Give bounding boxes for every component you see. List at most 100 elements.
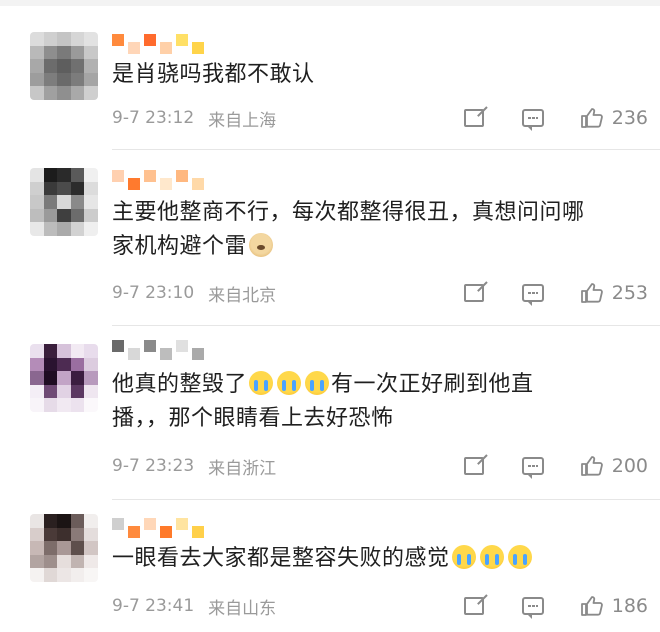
thumbs-up-icon[interactable] — [580, 455, 604, 477]
avatar-pixel — [43, 527, 58, 542]
username-pixel — [176, 170, 188, 182]
username-pixel — [112, 34, 124, 46]
avatar-pixel — [30, 514, 44, 528]
avatar[interactable] — [30, 168, 98, 236]
username-pixel — [192, 526, 204, 538]
crying-emoji-icon — [249, 371, 274, 395]
avatar[interactable] — [30, 32, 98, 100]
username-pixel — [112, 170, 124, 182]
share-icon[interactable] — [463, 597, 484, 615]
avatar-pixel — [30, 527, 44, 542]
avatar-pixel — [84, 344, 98, 358]
thumbs-up-icon[interactable] — [580, 282, 604, 304]
avatar-pixel — [43, 371, 58, 385]
comment-text: 主要他整商不行，每次都整得很丑，真想问问哪 家机构避个雷 — [112, 196, 632, 264]
comment-meta: 9-7 23:23 来自浙江 200 — [112, 454, 648, 479]
username-pixel — [128, 42, 140, 54]
username-pixel — [160, 348, 172, 360]
avatar-pixel — [43, 514, 58, 528]
avatar-pixel — [43, 357, 58, 372]
avatar-pixel — [30, 384, 44, 399]
comment-item: 是肖骁吗我都不敢认 9-7 23:12 来自上海 236 — [0, 6, 660, 150]
username-pixelated[interactable] — [112, 170, 204, 192]
avatar-pixel — [57, 541, 71, 555]
avatar-pixel — [57, 181, 71, 196]
comment-icon[interactable] — [521, 597, 544, 619]
avatar[interactable] — [30, 344, 98, 412]
avatar-pixel — [30, 45, 44, 60]
username-pixel — [192, 348, 204, 360]
avatar-pixel — [70, 181, 85, 196]
avatar-pixel — [43, 568, 58, 582]
comment-text-line: 他真的整毁了 有一次正好刷到他直 — [112, 368, 632, 402]
comment-item: 主要他整商不行，每次都整得很丑，真想问问哪 家机构避个雷 9-7 23:10 来… — [0, 150, 660, 326]
comment-item: 他真的整毁了 有一次正好刷到他直 播，，那个眼睛看上去好恐怖 9-7 23:23 … — [0, 326, 660, 500]
comment-text: 一眼看去大家都是整容失败的感觉 — [112, 542, 632, 576]
avatar-pixel — [70, 32, 85, 46]
avatar-pixel — [84, 195, 98, 209]
crying-emoji-icon — [451, 545, 476, 569]
crying-emoji-icon — [507, 545, 532, 569]
avatar-pixel — [43, 181, 58, 196]
thumbs-up-icon[interactable] — [580, 595, 604, 617]
avatar-pixel — [57, 357, 71, 372]
comment-text-line-content: 家机构避个雷 — [112, 234, 248, 259]
avatar-pixel — [57, 554, 71, 569]
comment-time: 9-7 23:12 — [112, 108, 195, 128]
avatar-pixel — [57, 72, 71, 87]
username-pixel — [160, 178, 172, 190]
comment-icon[interactable] — [521, 109, 544, 131]
share-icon[interactable] — [463, 109, 484, 127]
username-pixel — [144, 340, 156, 352]
avatar-pixel — [43, 195, 58, 209]
comment-icon[interactable] — [521, 284, 544, 306]
username-pixel — [144, 518, 156, 530]
comment-icon[interactable] — [521, 457, 544, 479]
username-pixelated[interactable] — [112, 34, 204, 56]
avatar-pixel — [30, 222, 44, 236]
comment-text-after: 有一次正好刷到他直 — [331, 372, 534, 397]
avatar-pixel — [43, 45, 58, 60]
username-pixel — [128, 348, 140, 360]
comment-actions: 253 — [463, 281, 648, 306]
avatar-pixel — [43, 59, 58, 73]
avatar-pixel — [30, 32, 44, 46]
thumbs-up-icon[interactable] — [580, 107, 604, 129]
avatar-pixel — [43, 398, 58, 412]
avatar-pixel — [57, 527, 71, 542]
crying-emoji-icon — [277, 371, 302, 395]
avatar-pixel — [70, 222, 85, 236]
avatar-pixel — [57, 398, 71, 412]
avatar-pixel — [70, 514, 85, 528]
avatar-pixel — [57, 568, 71, 582]
avatar[interactable] — [30, 514, 98, 582]
avatar-pixel — [43, 168, 58, 182]
avatar-pixel — [70, 195, 85, 209]
username-pixel — [128, 526, 140, 538]
comment-location: 来自北京 — [208, 285, 277, 306]
comment-time: 9-7 23:41 — [112, 596, 195, 616]
username-pixel — [160, 42, 172, 54]
username-pixel — [144, 34, 156, 46]
avatar-pixel — [84, 59, 98, 73]
avatar-pixel — [84, 208, 98, 223]
avatar-pixel — [43, 541, 58, 555]
avatar-pixel — [43, 86, 58, 100]
avatar-pixel — [43, 72, 58, 87]
avatar-pixel — [57, 45, 71, 60]
avatar-pixel — [57, 384, 71, 399]
avatar-pixel — [30, 568, 44, 582]
share-icon[interactable] — [463, 457, 484, 475]
avatar-pixel — [30, 554, 44, 569]
avatar-pixel — [84, 371, 98, 385]
avatar-pixel — [84, 357, 98, 372]
share-icon[interactable] — [463, 284, 484, 302]
username-pixelated[interactable] — [112, 340, 204, 362]
username-pixelated[interactable] — [112, 518, 204, 540]
avatar-pixel — [57, 344, 71, 358]
crying-emoji-icon — [305, 371, 330, 395]
avatar-pixel — [84, 554, 98, 569]
comment-actions: 200 — [463, 454, 648, 479]
avatar-pixel — [30, 72, 44, 87]
comment-text: 是肖骁吗我都不敢认 — [112, 58, 632, 92]
